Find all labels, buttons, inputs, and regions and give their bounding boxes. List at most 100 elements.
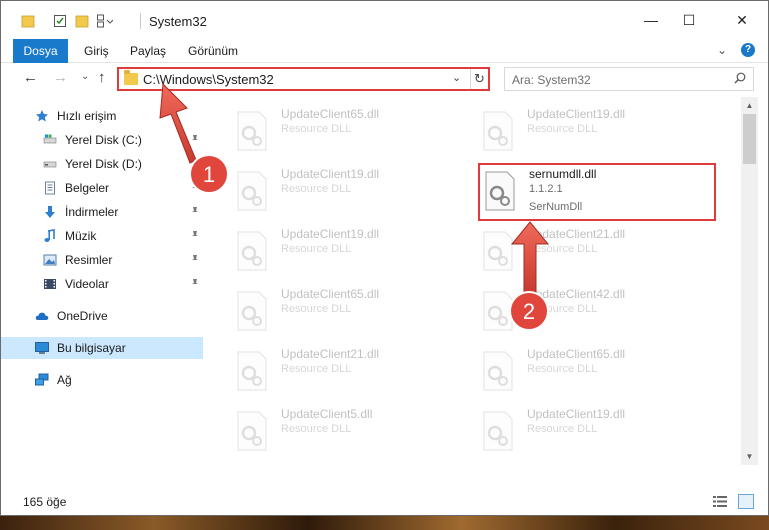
- explorer-window: System32 — ☐ ✕ Dosya Giriş Paylaş Görünü…: [0, 0, 769, 516]
- nav-item-pictures[interactable]: Resimler: [1, 249, 203, 271]
- drive-icon: [43, 134, 57, 144]
- file-name: UpdateClient42.dll: [527, 287, 626, 301]
- pin-icon[interactable]: [190, 158, 200, 168]
- navigation-pane: Hızlı erişim Yerel Disk (C:) Yerel Disk …: [1, 97, 207, 465]
- vertical-scrollbar[interactable]: ▲ ▼: [741, 97, 758, 465]
- navigation-row: ← → ⌄ ↑ C:\Windows\System32 ⌄ ↻ Ara: Sys…: [1, 63, 768, 95]
- nav-item-label: Belgeler: [65, 181, 110, 195]
- pin-icon[interactable]: [190, 230, 200, 240]
- nav-item-documents[interactable]: Belgeler: [1, 177, 203, 199]
- expand-ribbon-chevron-icon[interactable]: ⌄: [717, 43, 727, 57]
- file-description: Resource DLL: [281, 243, 352, 255]
- file-name: UpdateClient19.dll: [527, 407, 626, 421]
- file-description: Resource DLL: [527, 363, 598, 375]
- nav-item-this-pc[interactable]: Bu bilgisayar: [1, 337, 203, 359]
- tab-file[interactable]: Dosya: [13, 39, 68, 63]
- dll-file-icon: [237, 411, 267, 451]
- ribbon-tabs: Dosya Giriş Paylaş Görünüm ⌄ ?: [1, 39, 768, 63]
- status-bar: 165 öğe: [1, 489, 768, 515]
- dll-file-icon: [483, 411, 513, 451]
- file-tile[interactable]: UpdateClient19.dll Resource DLL: [481, 407, 721, 457]
- scroll-down-arrow-icon[interactable]: ▼: [741, 448, 758, 465]
- new-folder-icon[interactable]: [75, 14, 89, 28]
- file-name: UpdateClient19.dll: [281, 227, 380, 241]
- file-tile[interactable]: UpdateClient21.dll Resource DLL: [481, 227, 721, 277]
- nav-item-quick-access[interactable]: Hızlı erişim: [1, 105, 203, 127]
- address-dropdown-chevron-icon[interactable]: ⌄: [452, 71, 461, 84]
- pin-icon[interactable]: [190, 182, 200, 192]
- file-name: UpdateClient65.dll: [281, 287, 380, 301]
- file-description: Resource DLL: [281, 363, 352, 375]
- up-button[interactable]: ↑: [98, 69, 106, 86]
- documents-icon: [45, 181, 55, 195]
- nav-item-downloads[interactable]: İndirmeler: [1, 201, 203, 223]
- file-tile[interactable]: UpdateClient21.dll Resource DLL: [235, 347, 475, 397]
- tab-home[interactable]: Giriş: [84, 39, 109, 63]
- nav-item-label: Yerel Disk (D:): [65, 157, 142, 171]
- nav-item-onedrive[interactable]: OneDrive: [1, 305, 203, 327]
- nav-item-music[interactable]: Müzik: [1, 225, 203, 247]
- file-name: UpdateClient21.dll: [527, 227, 626, 241]
- nav-item-local-disk-c[interactable]: Yerel Disk (C:): [1, 129, 203, 151]
- nav-item-network[interactable]: Ağ: [1, 369, 203, 391]
- large-icons-view-icon[interactable]: [738, 494, 754, 509]
- nav-item-label: OneDrive: [57, 309, 108, 323]
- nav-item-videos[interactable]: Videolar: [1, 273, 203, 295]
- dll-file-icon: [237, 351, 267, 391]
- search-input[interactable]: Ara: System32: [504, 67, 754, 91]
- file-description: Resource DLL: [281, 423, 352, 435]
- details-view-icon[interactable]: [713, 495, 727, 508]
- computer-icon: [35, 342, 49, 354]
- file-tile[interactable]: UpdateClient19.dll Resource DLL: [235, 227, 475, 277]
- nav-item-label: Hızlı erişim: [57, 109, 117, 123]
- refresh-icon[interactable]: ↻: [470, 69, 488, 89]
- forward-button[interactable]: →: [53, 69, 68, 86]
- pin-icon[interactable]: [190, 134, 200, 144]
- nav-item-local-disk-d[interactable]: Yerel Disk (D:): [1, 153, 203, 175]
- file-description: Resource DLL: [527, 303, 598, 315]
- file-tile[interactable]: UpdateClient19.dll Resource DLL: [235, 167, 475, 217]
- file-tile[interactable]: UpdateClient65.dll Resource DLL: [481, 347, 721, 397]
- nav-item-label: Yerel Disk (C:): [65, 133, 142, 147]
- search-icon: [734, 72, 746, 84]
- dll-file-icon: [237, 231, 267, 271]
- dll-file-icon: [483, 351, 513, 391]
- pin-icon[interactable]: [190, 254, 200, 264]
- file-tile[interactable]: UpdateClient65.dll Resource DLL: [235, 287, 475, 337]
- file-description: Resource DLL: [281, 183, 352, 195]
- scroll-up-arrow-icon[interactable]: ▲: [741, 97, 758, 114]
- window-title: System32: [149, 14, 207, 29]
- tab-view[interactable]: Görünüm: [188, 39, 238, 63]
- file-tile[interactable]: UpdateClient5.dll Resource DLL: [235, 407, 475, 457]
- address-bar[interactable]: C:\Windows\System32 ⌄ ↻: [117, 67, 490, 91]
- pin-icon[interactable]: [190, 278, 200, 288]
- properties-icon[interactable]: [53, 14, 67, 28]
- tab-share[interactable]: Paylaş: [130, 39, 166, 63]
- scroll-thumb[interactable]: [743, 114, 756, 164]
- dll-file-icon: [237, 291, 267, 331]
- file-name: UpdateClient21.dll: [281, 347, 380, 361]
- folder-icon[interactable]: [21, 14, 35, 28]
- recent-locations-chevron-icon[interactable]: ⌄: [81, 71, 89, 82]
- file-list: UpdateClient65.dll Resource DLL UpdateCl…: [207, 97, 741, 465]
- help-icon[interactable]: ?: [741, 43, 755, 57]
- nav-item-label: Resimler: [65, 253, 113, 267]
- close-button[interactable]: ✕: [719, 1, 765, 39]
- videos-icon: [44, 279, 56, 289]
- file-description: Resource DLL: [281, 303, 352, 315]
- pin-icon[interactable]: [190, 206, 200, 216]
- file-name: UpdateClient65.dll: [281, 107, 380, 121]
- item-count: 165 öğe: [23, 495, 67, 509]
- network-icon: [35, 373, 49, 386]
- file-tile[interactable]: UpdateClient65.dll Resource DLL: [235, 107, 475, 157]
- file-tile[interactable]: UpdateClient42.dll Resource DLL: [481, 287, 721, 337]
- music-icon: [44, 229, 55, 242]
- address-path[interactable]: C:\Windows\System32: [143, 72, 274, 87]
- folder-icon: [124, 70, 138, 85]
- back-button[interactable]: ←: [23, 69, 38, 86]
- file-tile[interactable]: UpdateClient19.dll Resource DLL: [481, 107, 721, 157]
- title-separator: [140, 13, 141, 29]
- customize-quick-access-icon[interactable]: [97, 14, 113, 28]
- desktop-background: [0, 516, 769, 530]
- maximize-button[interactable]: ☐: [666, 1, 712, 39]
